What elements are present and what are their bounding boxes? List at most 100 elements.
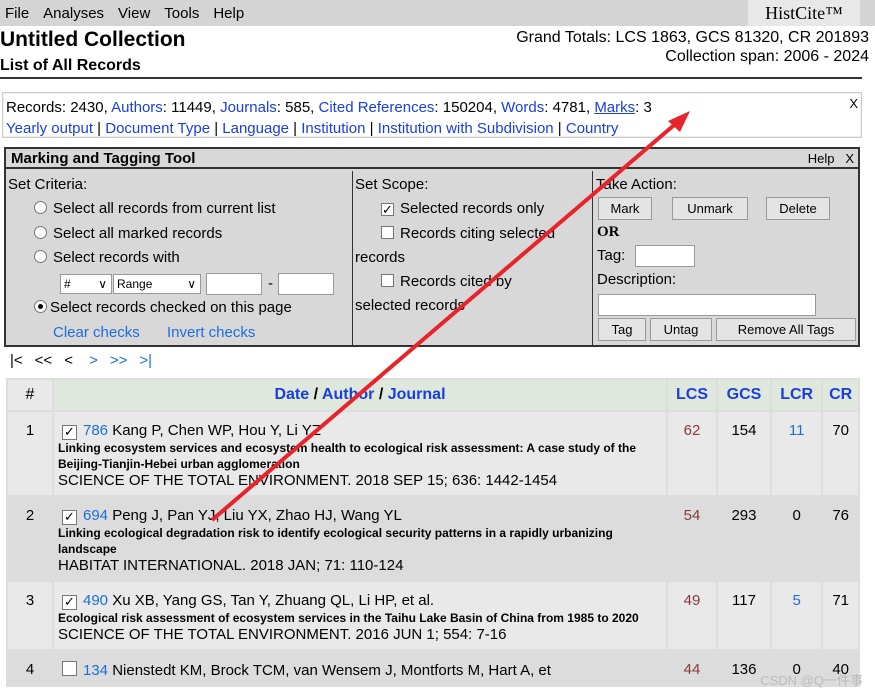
- radio[interactable]: [34, 250, 47, 263]
- unmark-button[interactable]: Unmark: [672, 197, 748, 220]
- scope-selected-option[interactable]: ✓ Selected records only: [381, 200, 544, 217]
- words-count: 4781: [552, 99, 586, 116]
- next-block-button[interactable]: >>: [110, 352, 128, 369]
- sort-journal[interactable]: Journal: [388, 386, 446, 403]
- checkbox[interactable]: [381, 274, 394, 287]
- range-select[interactable]: Range ∨: [113, 274, 201, 294]
- record-title: Linking ecological degradation risk to i…: [58, 526, 613, 556]
- cr-value: 76: [823, 497, 858, 580]
- cited-references-link[interactable]: Cited References: [319, 99, 435, 116]
- page-subtitle: List of All Records: [0, 57, 141, 74]
- menu-tools[interactable]: Tools: [164, 5, 199, 22]
- checkbox[interactable]: [62, 661, 77, 676]
- marking-tagging-tool: Marking and Tagging Tool Help X Set Crit…: [4, 147, 860, 347]
- prev-page-button[interactable]: <: [64, 352, 73, 369]
- tag-button[interactable]: Tag: [598, 318, 646, 341]
- scope-cited-option[interactable]: Records cited by: [381, 273, 512, 290]
- untag-button[interactable]: Untag: [650, 318, 712, 341]
- chevron-down-icon: ∨: [98, 277, 107, 291]
- checkbox-checked[interactable]: ✓: [381, 203, 394, 216]
- institution-subdivision-link[interactable]: Institution with Subdivision: [378, 120, 554, 137]
- field-select[interactable]: # ∨: [60, 274, 112, 294]
- menu-help[interactable]: Help: [213, 5, 244, 22]
- option-label-cont: selected records: [355, 297, 466, 314]
- document-type-link[interactable]: Document Type: [105, 120, 210, 137]
- record-id-link[interactable]: 490: [83, 592, 108, 609]
- lcr-value[interactable]: 11: [771, 412, 822, 495]
- criteria-with-option[interactable]: Select records with: [34, 249, 180, 266]
- totals-line: Grand Totals: LCS 1863, GCS 81320, CR 20…: [516, 29, 869, 46]
- or-label: OR: [597, 224, 620, 240]
- cr-value: 71: [823, 582, 858, 649]
- sort-gcs[interactable]: GCS: [717, 380, 770, 410]
- record-id-link[interactable]: 694: [83, 507, 108, 524]
- menu-analyses[interactable]: Analyses: [43, 5, 104, 22]
- criteria-all-option[interactable]: Select all records from current list: [34, 200, 276, 217]
- sep: /: [378, 386, 384, 403]
- institution-link[interactable]: Institution: [301, 120, 365, 137]
- record-title: Ecological risk assessment of ecosystem …: [58, 611, 639, 625]
- sort-date[interactable]: Date: [274, 386, 309, 403]
- scope-citing-option[interactable]: Records citing selected: [381, 225, 555, 242]
- take-action-panel: Take Action: Mark Unmark Delete OR Tag: …: [594, 171, 858, 345]
- authors-link[interactable]: Authors: [111, 99, 163, 116]
- checkbox-checked[interactable]: ✓: [62, 595, 77, 610]
- menu-view[interactable]: View: [118, 5, 150, 22]
- collection-info: Records: 2430, Authors: 11449, Journals:…: [2, 92, 862, 138]
- col-num: #: [8, 380, 52, 410]
- radio[interactable]: [34, 201, 47, 214]
- last-page-button[interactable]: >|: [139, 352, 152, 369]
- records-label: Records: [6, 99, 62, 116]
- sort-lcr[interactable]: LCR: [771, 380, 822, 410]
- prev-block-button[interactable]: <<: [35, 352, 53, 369]
- option-label: Select records checked on this page: [50, 299, 292, 316]
- remove-all-tags-button[interactable]: Remove All Tags: [716, 318, 856, 341]
- description-input[interactable]: [598, 294, 816, 316]
- option-label: Select records with: [53, 249, 180, 266]
- radio[interactable]: [34, 226, 47, 239]
- grand-totals: Grand Totals: LCS 1863, GCS 81320, CR 20…: [516, 28, 869, 66]
- pagination: |< << < > >> >|: [10, 352, 164, 369]
- sort-author[interactable]: Author: [322, 386, 374, 403]
- record-cell: ✓ 694 Peng J, Pan YJ, Liu YX, Zhao HJ, Wa…: [54, 497, 666, 580]
- clear-checks-link[interactable]: Clear checks: [53, 324, 140, 341]
- words-link[interactable]: Words: [501, 99, 544, 116]
- record-id-link[interactable]: 786: [83, 422, 108, 439]
- criteria-marked-option[interactable]: Select all marked records: [34, 225, 222, 242]
- radio-selected[interactable]: [34, 300, 47, 313]
- lcr-value[interactable]: 0: [771, 497, 822, 580]
- first-page-button[interactable]: |<: [10, 352, 23, 369]
- marks-link[interactable]: Marks: [594, 99, 635, 116]
- description-label: Description:: [597, 271, 677, 288]
- invert-checks-link[interactable]: Invert checks: [167, 324, 255, 341]
- tag-input[interactable]: [635, 245, 695, 267]
- record-title: Linking ecosystem services and ecosystem…: [58, 441, 637, 471]
- yearly-output-link[interactable]: Yearly output: [6, 120, 93, 137]
- gcs-value: 117: [717, 582, 770, 649]
- journals-link[interactable]: Journals: [220, 99, 277, 116]
- range-dash: -: [268, 275, 273, 292]
- close-info-button[interactable]: X: [849, 93, 858, 114]
- menu-file[interactable]: File: [5, 5, 29, 22]
- close-tool-button[interactable]: X: [845, 151, 854, 166]
- checkbox-checked[interactable]: ✓: [62, 510, 77, 525]
- range-from-input[interactable]: [206, 273, 262, 295]
- country-link[interactable]: Country: [566, 120, 619, 137]
- range-select-value: Range: [117, 277, 153, 291]
- language-link[interactable]: Language: [222, 120, 289, 137]
- marks-count: 3: [643, 99, 652, 116]
- help-link[interactable]: Help: [808, 151, 835, 166]
- sort-lcs[interactable]: LCS: [668, 380, 716, 410]
- next-page-button[interactable]: >: [89, 352, 98, 369]
- sort-cr[interactable]: CR: [823, 380, 858, 410]
- mark-button[interactable]: Mark: [598, 197, 652, 220]
- delete-button[interactable]: Delete: [766, 197, 830, 220]
- lcr-value[interactable]: 5: [771, 582, 822, 649]
- criteria-checked-option[interactable]: Select records checked on this page: [34, 299, 292, 316]
- checkbox-checked[interactable]: ✓: [62, 425, 77, 440]
- row-number: 3: [8, 582, 52, 649]
- record-id-link[interactable]: 134: [83, 662, 108, 679]
- table-row: 1 ✓ 786 Kang P, Chen WP, Hou Y, Li YZ Lin…: [8, 412, 858, 495]
- checkbox[interactable]: [381, 226, 394, 239]
- range-to-input[interactable]: [278, 273, 334, 295]
